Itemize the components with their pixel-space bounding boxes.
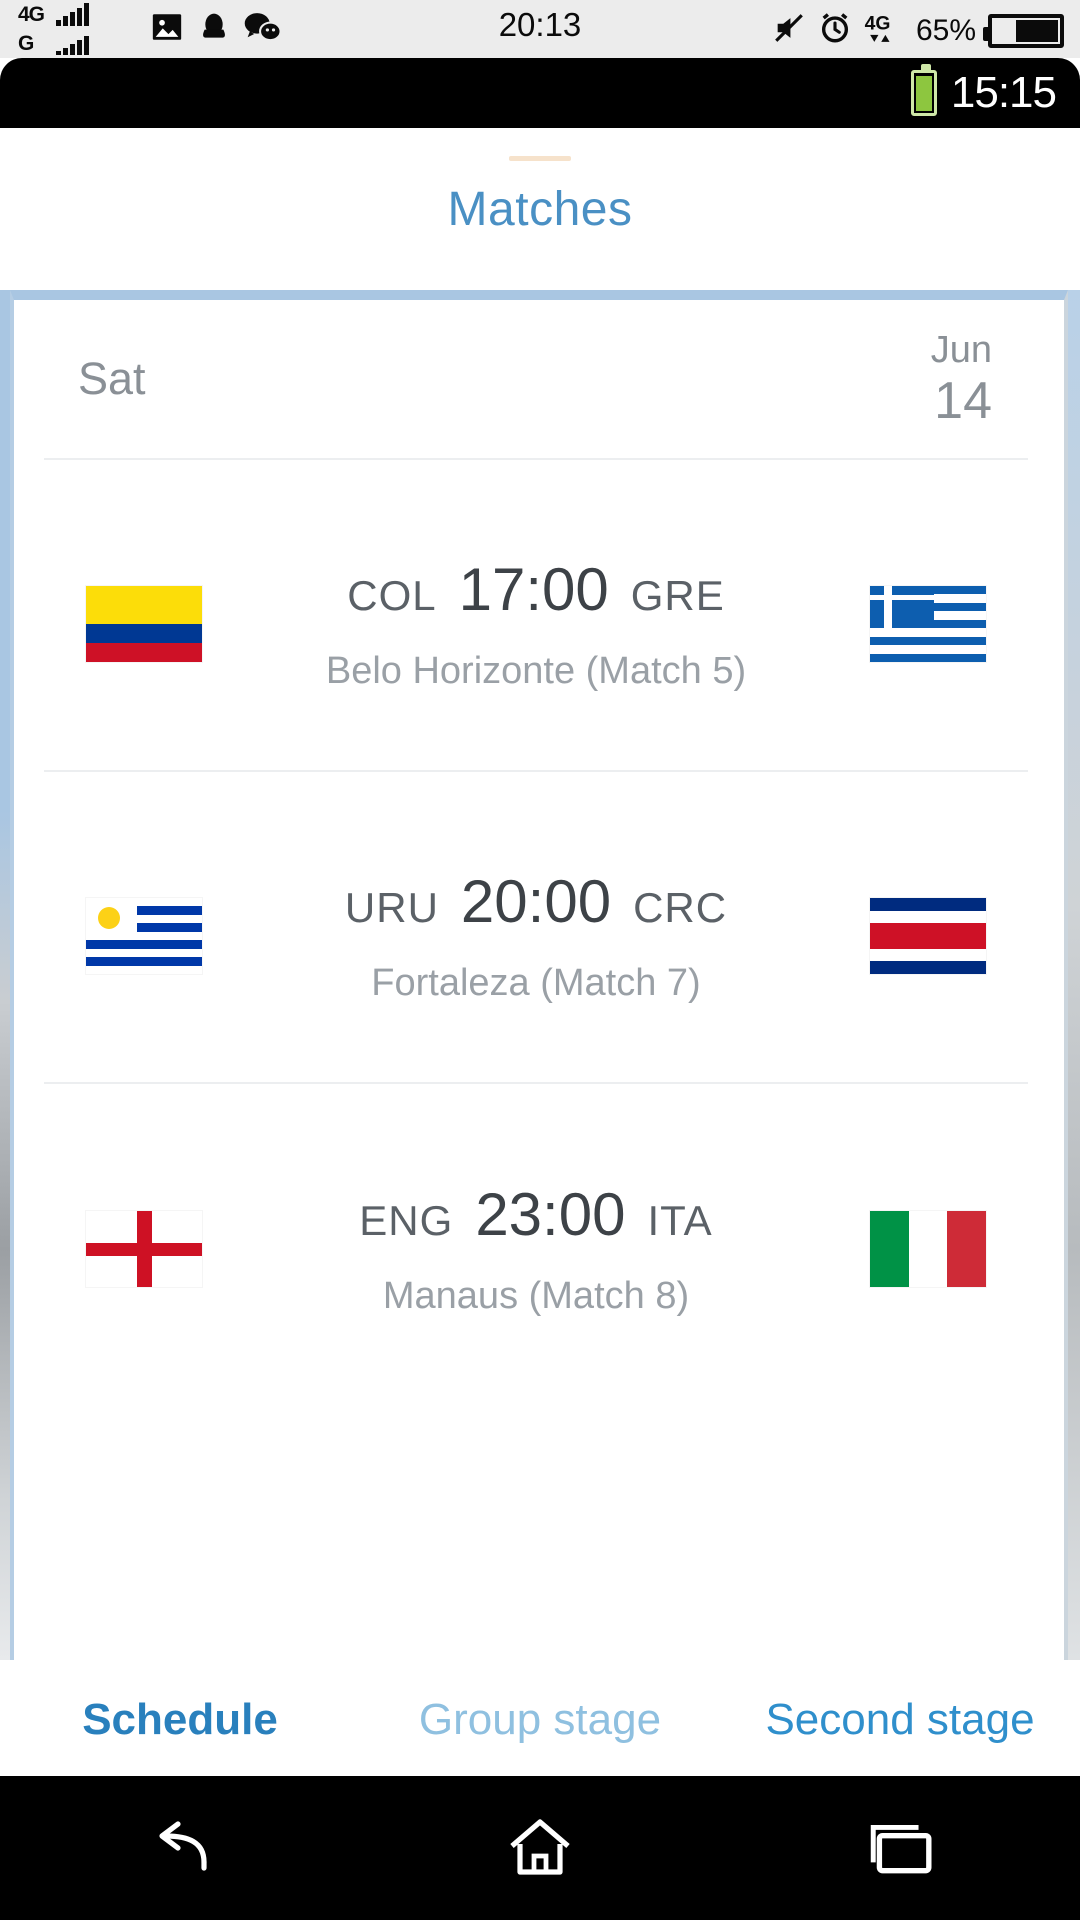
- away-team-code: ITA: [647, 1197, 713, 1244]
- flag-italy-icon: [870, 1211, 986, 1287]
- match-time: 17:00: [458, 556, 609, 623]
- away-flag-cell: [828, 568, 1028, 662]
- match-time: 23:00: [475, 1181, 626, 1248]
- flag-colombia-icon: [86, 586, 202, 662]
- panel-left-edge: [0, 290, 10, 1660]
- alarm-icon: [818, 11, 852, 50]
- tab-second-stage[interactable]: Second stage: [720, 1695, 1080, 1745]
- away-team-code: GRE: [630, 572, 725, 619]
- status-right-group: 4G 65%: [772, 10, 1064, 51]
- page-title: Matches: [447, 182, 633, 236]
- recents-icon[interactable]: [840, 1803, 960, 1893]
- inner-screenshot: 15:15 Matches Sat Jun 14 COL 17:00 GRE B…: [0, 58, 1080, 1776]
- away-flag-cell: [828, 880, 1028, 974]
- match-venue: Belo Horizonte (Match 5): [325, 650, 747, 692]
- header-accent-line: [509, 155, 571, 161]
- match-time: 20:00: [460, 868, 612, 935]
- flag-england-icon: [86, 1211, 202, 1287]
- match-info: COL 17:00 GRE Belo Horizonte (Match 5): [244, 537, 828, 693]
- flag-uruguay-icon: [86, 898, 202, 974]
- android-navigation-bar: [0, 1776, 1080, 1920]
- battery-icon: [983, 13, 1064, 48]
- battery-full-green-icon: [910, 64, 937, 116]
- home-team-code: URU: [344, 884, 439, 931]
- svg-text:4G: 4G: [865, 12, 891, 34]
- home-flag-cell: [44, 880, 244, 974]
- date-month: Jun: [930, 329, 992, 371]
- away-flag-cell: [828, 1193, 1028, 1287]
- mute-icon: [772, 11, 806, 50]
- app-status-clock: 15:15: [950, 68, 1057, 117]
- match-info: ENG 23:00 ITA Manaus (Match 8): [244, 1162, 828, 1318]
- bottom-tab-bar: Schedule Group stage Second stage: [0, 1660, 1080, 1776]
- battery-percent-label: 65%: [915, 13, 976, 47]
- home-flag-cell: [44, 1193, 244, 1287]
- app-header: Matches: [0, 128, 1080, 290]
- home-flag-cell: [44, 568, 244, 662]
- match-info: URU 20:00 CRC Fortaleza (Match 7): [244, 849, 828, 1005]
- date-full: Jun 14: [931, 331, 992, 427]
- flag-greece-icon: [870, 586, 986, 662]
- home-team-code: ENG: [359, 1197, 454, 1244]
- table-row[interactable]: COL 17:00 GRE Belo Horizonte (Match 5): [44, 460, 1028, 772]
- table-row[interactable]: ENG 23:00 ITA Manaus (Match 8): [44, 1084, 1028, 1396]
- data-4g-icon: 4G: [864, 10, 904, 51]
- match-venue: Fortaleza (Match 7): [371, 962, 701, 1004]
- date-header: Sat Jun 14: [44, 300, 1028, 460]
- tab-schedule[interactable]: Schedule: [0, 1695, 360, 1745]
- away-team-code: CRC: [633, 884, 728, 931]
- match-list-panel: Sat Jun 14 COL 17:00 GRE Belo Horizonte …: [0, 290, 1080, 1660]
- date-weekday: Sat: [78, 353, 146, 404]
- flag-costa-rica-icon: [870, 898, 986, 974]
- date-day-number: 14: [934, 372, 992, 430]
- table-row[interactable]: URU 20:00 CRC Fortaleza (Match 7): [44, 772, 1028, 1084]
- match-venue: Manaus (Match 8): [382, 1275, 690, 1317]
- home-icon[interactable]: [480, 1803, 600, 1893]
- back-icon[interactable]: [120, 1803, 240, 1893]
- app-status-bar: 15:15: [0, 58, 1080, 128]
- panel-right-edge: [1068, 290, 1080, 1660]
- phone-status-bar: 4G G 20:13 4G 65%: [0, 0, 1080, 58]
- home-team-code: COL: [347, 572, 437, 619]
- tab-group-stage[interactable]: Group stage: [360, 1695, 720, 1745]
